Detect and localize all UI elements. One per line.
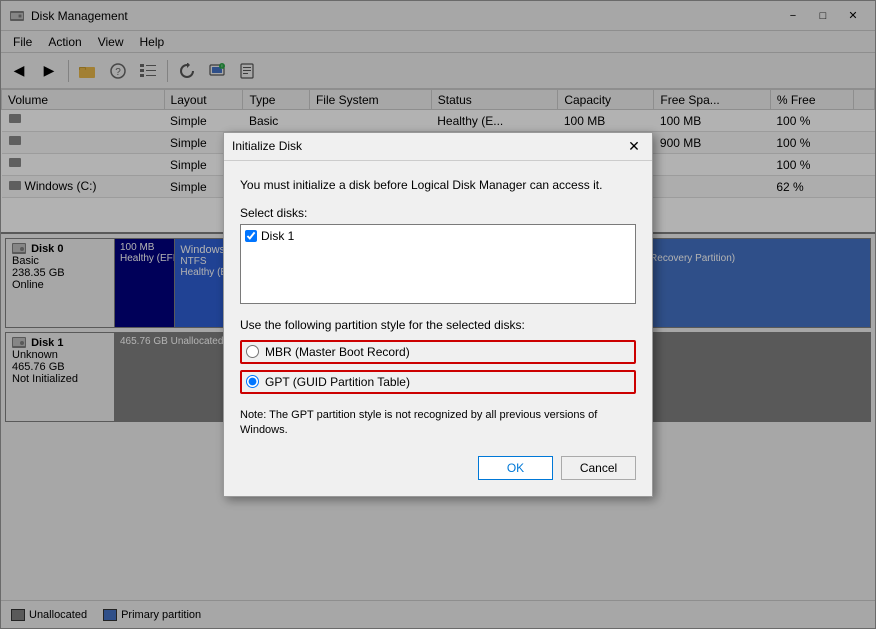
initialize-disk-modal: Initialize Disk ✕ You must initialize a … (223, 132, 653, 498)
gpt-radio[interactable] (246, 375, 259, 388)
mbr-label: MBR (Master Boot Record) (265, 345, 410, 359)
gpt-option[interactable]: GPT (GUID Partition Table) (240, 370, 636, 394)
partition-style-label: Use the following partition style for th… (240, 318, 636, 332)
mbr-option[interactable]: MBR (Master Boot Record) (240, 340, 636, 364)
ok-button[interactable]: OK (478, 456, 553, 480)
modal-buttons: OK Cancel (240, 452, 636, 480)
modal-title: Initialize Disk (232, 139, 302, 153)
gpt-label: GPT (GUID Partition Table) (265, 375, 410, 389)
disk-select-listbox[interactable]: Disk 1 (240, 224, 636, 304)
modal-title-bar: Initialize Disk ✕ (224, 133, 652, 161)
disk1-list-item[interactable]: Disk 1 (245, 229, 631, 243)
modal-overlay: Initialize Disk ✕ You must initialize a … (0, 0, 876, 629)
modal-description: You must initialize a disk before Logica… (240, 177, 636, 194)
cancel-button[interactable]: Cancel (561, 456, 636, 480)
disk1-checkbox-label: Disk 1 (261, 229, 294, 243)
modal-body: You must initialize a disk before Logica… (224, 161, 652, 497)
radio-group: MBR (Master Boot Record) GPT (GUID Parti… (240, 340, 636, 394)
modal-close-button[interactable]: ✕ (624, 136, 644, 156)
select-disks-label: Select disks: (240, 206, 636, 220)
mbr-radio[interactable] (246, 345, 259, 358)
disk1-checkbox[interactable] (245, 230, 257, 242)
modal-note: Note: The GPT partition style is not rec… (240, 408, 636, 439)
